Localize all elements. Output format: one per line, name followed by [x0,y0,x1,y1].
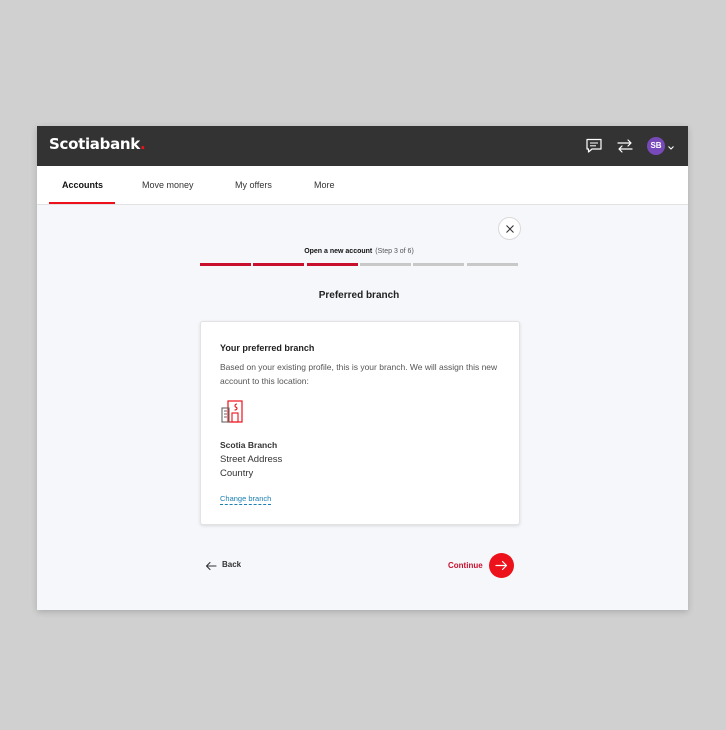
nav-item-move-money[interactable]: Move money [142,166,194,205]
transfer-icon[interactable] [615,136,635,156]
step-indicator: Open a new account (Step 3 of 6) [200,248,518,255]
close-icon [506,225,514,233]
progress-segment [200,263,251,266]
scotiabank-logo[interactable]: Scotiabank. [49,135,146,153]
app-window: Scotiabank. SB Accounts Move money My of… [37,126,688,610]
preferred-branch-card: Your preferred branch Based on your exis… [200,321,520,525]
brand-dot: . [139,135,146,153]
back-label: Back [222,560,242,569]
card-description: Based on your existing profile, this is … [220,362,498,386]
change-branch-link[interactable]: Change branch [220,494,272,505]
progress-segment [413,263,464,266]
main-nav: Accounts Move money My offers More [37,166,688,205]
nav-item-accounts[interactable]: Accounts [62,166,103,205]
arrow-right-icon [495,560,508,571]
avatar[interactable]: SB [647,137,665,155]
brand-name: Scotiabank [49,135,140,153]
progress-segment [467,263,518,266]
close-button[interactable] [498,217,521,240]
progress-segment [360,263,411,266]
continue-button[interactable] [489,553,514,578]
branch-address: Street Address [220,454,283,465]
continue-label[interactable]: Continue [448,561,483,570]
branch-country: Country [220,468,254,479]
branch-name: Scotia Branch [220,440,278,450]
chat-icon[interactable] [584,136,604,156]
progress-segment [253,263,304,266]
step-title: Open a new account [304,248,373,255]
progress-segment [307,263,358,266]
active-nav-indicator [49,202,115,204]
card-title: Your preferred branch [220,343,315,353]
arrow-left-icon [205,561,217,571]
step-count: (Step 3 of 6) [375,248,414,255]
page-title: Preferred branch [318,290,400,301]
top-bar: Scotiabank. SB [37,126,688,166]
nav-item-my-offers[interactable]: My offers [235,166,272,205]
chevron-down-icon[interactable] [667,140,675,150]
nav-item-more[interactable]: More [314,166,335,205]
bank-branch-icon [219,399,245,425]
